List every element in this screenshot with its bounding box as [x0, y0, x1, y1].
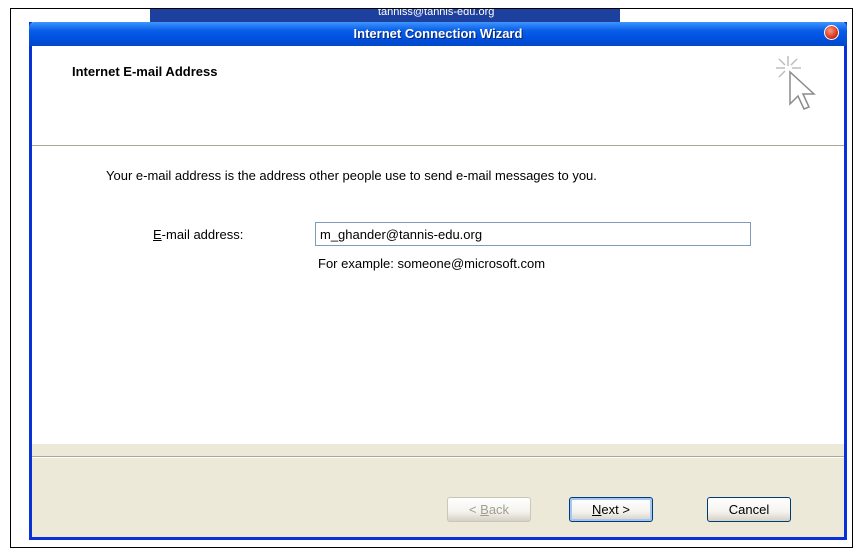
email-label: E-mail address:: [153, 227, 243, 242]
description-text: Your e-mail address is the address other…: [106, 168, 597, 183]
footer-divider: [32, 456, 844, 458]
email-label-accesskey: E: [153, 227, 162, 242]
header-panel: Internet E-mail Address: [32, 46, 844, 146]
title-bar[interactable]: Internet Connection Wizard: [29, 22, 847, 46]
close-icon[interactable]: [824, 25, 839, 40]
back-button-accesskey: B: [480, 501, 489, 517]
window-title: Internet Connection Wizard: [353, 26, 523, 41]
next-button-accesskey: N: [592, 501, 602, 517]
email-label-text: -mail address:: [161, 227, 244, 242]
page-title: Internet E-mail Address: [72, 64, 218, 79]
example-hint: For example: someone@microsoft.com: [318, 256, 546, 271]
content-panel: Your e-mail address is the address other…: [32, 146, 844, 444]
wizard-window: Internet Connection Wizard Internet E-ma…: [29, 22, 847, 540]
back-button[interactable]: < Back: [447, 497, 531, 522]
back-button-prefix: <: [468, 501, 481, 517]
email-address-field[interactable]: [315, 222, 751, 246]
wizard-cursor-icon: [776, 56, 816, 110]
background-window-text: tanniss@tannis-edu.org: [378, 9, 495, 18]
cancel-button[interactable]: Cancel: [707, 497, 791, 522]
next-button[interactable]: Next >: [569, 497, 653, 522]
next-button-label: ext >: [601, 501, 630, 517]
back-button-label: ack: [488, 501, 510, 517]
background-window-strip: tanniss@tannis-edu.org: [150, 9, 620, 23]
